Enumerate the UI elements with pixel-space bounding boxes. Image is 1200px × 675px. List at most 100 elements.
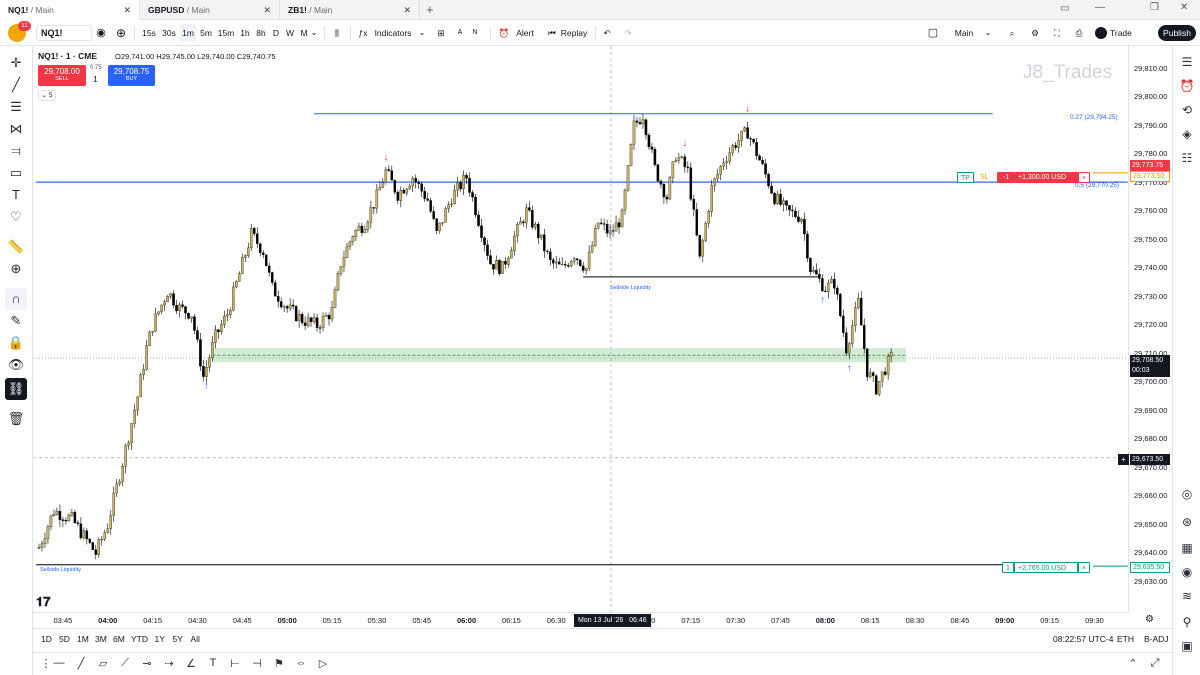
trend-line-icon[interactable]: ╱	[5, 74, 27, 96]
ruler-icon[interactable]: 📏	[5, 236, 27, 258]
chart-pane[interactable]: ↓ ↓ ↓ ↑ ↑ ↑ NQ1! · 1 · CME O29,741.00 H29,745…	[33, 46, 1128, 612]
n-toggle[interactable]: N	[470, 20, 480, 46]
interval-1m[interactable]: 1m	[180, 24, 196, 42]
settings-icon[interactable]: ⚙	[1028, 20, 1042, 46]
minimize-icon[interactable]: —	[1095, 2, 1105, 13]
eye-icon[interactable]: 👁	[5, 354, 27, 376]
help-icon[interactable]: ⊛	[1177, 512, 1197, 532]
publish-button[interactable]: Publish	[1158, 25, 1196, 41]
interval-5m[interactable]: 5m	[198, 20, 214, 46]
time-axis[interactable]: 03:45 04:00 04:15 04:30 04:45 05:00 05:15 05:30…	[33, 612, 1154, 628]
quick-search-icon[interactable]: ⌕	[1005, 20, 1019, 46]
layout-select-icon[interactable]: ▢	[926, 20, 940, 46]
chat-icon[interactable]: ☷	[1177, 148, 1197, 168]
trend-line-icon[interactable]: ╱	[73, 657, 89, 670]
angle-icon[interactable]: ∠	[183, 657, 199, 670]
text-icon[interactable]: T	[5, 184, 27, 206]
horizontal-lines-icon[interactable]: ☰	[5, 96, 27, 118]
interval-8h[interactable]: 8h	[254, 20, 268, 46]
stream-icon[interactable]: ≋	[1177, 586, 1197, 606]
close-position-icon[interactable]: ×	[1078, 172, 1090, 183]
position-qty[interactable]: -1	[997, 172, 1015, 183]
new-tab-icon[interactable]: +	[426, 2, 434, 17]
indicators-icon[interactable]: ƒx	[356, 20, 370, 46]
play-icon[interactable]: ▷	[315, 657, 331, 670]
range-All[interactable]: All	[191, 634, 200, 644]
interval-15s[interactable]: 15s	[140, 20, 158, 46]
add-symbol-icon[interactable]: ⊕	[114, 20, 128, 46]
flag-icon[interactable]: ⚑	[271, 657, 287, 670]
watchlist-icon[interactable]: ☰	[1177, 52, 1197, 72]
alert-button[interactable]: Alert	[513, 20, 537, 46]
alerts-icon[interactable]: ⏰	[1177, 76, 1197, 96]
camera-icon[interactable]: ⎙	[1072, 20, 1086, 46]
trash-icon[interactable]: 🗑	[5, 408, 27, 430]
chevron-down-icon[interactable]: ⌄	[309, 20, 319, 46]
redo-icon[interactable]: ↷	[622, 20, 634, 46]
interval-15m[interactable]: 15m	[216, 20, 236, 46]
maximize-icon[interactable]: ❐	[1150, 2, 1159, 13]
add-alert-plus-icon[interactable]: +	[1118, 454, 1129, 465]
clock[interactable]: 08:22:57 UTC-4	[1053, 634, 1113, 644]
crosshair-icon[interactable]: ✛	[5, 52, 27, 74]
buy-button[interactable]: 29,708.75 BUY	[108, 65, 155, 86]
bulb-icon[interactable]: ⚲	[1177, 612, 1197, 632]
lock-icon[interactable]: 🔒	[5, 332, 27, 354]
layout-name[interactable]: Main	[952, 20, 976, 46]
interval-D[interactable]: D	[270, 20, 282, 46]
date-range-icon[interactable]: ⇔	[293, 657, 309, 669]
horizontal-ray-icon[interactable]: —	[51, 657, 67, 669]
favorites-icon[interactable]: ♡	[5, 206, 27, 228]
horizontal-line-icon[interactable]: ⊸	[139, 657, 155, 670]
avatar[interactable]: 11	[8, 21, 31, 42]
fib-icon[interactable]: ⫤	[5, 140, 27, 162]
templates-icon[interactable]: ⊞	[434, 20, 448, 46]
long-position-icon[interactable]: ⊣	[249, 657, 265, 670]
layout-icon[interactable]: ▭	[1060, 3, 1069, 14]
rectangle-icon[interactable]: ▭	[5, 162, 27, 184]
price-axis[interactable]: 29,810.00 29,800.00 29,790.00 29,780.00 29,7…	[1118, 46, 1172, 612]
replay-icon[interactable]: ⏮	[545, 20, 559, 46]
target-icon[interactable]: ◎	[1177, 484, 1197, 504]
signal-icon[interactable]: ◉	[1177, 562, 1197, 582]
axis-settings-icon[interactable]: ⚙	[1145, 614, 1154, 625]
browser-tab-gbpusd[interactable]: GBPUSD / Main ✕	[140, 0, 280, 20]
range-5D[interactable]: 5D	[59, 634, 70, 644]
tp-tag[interactable]: TP	[957, 172, 974, 183]
close-tab-icon[interactable]: ✕	[403, 0, 411, 20]
fullscreen-icon[interactable]: ⛶	[1050, 20, 1064, 46]
zoom-icon[interactable]: ⊕	[5, 258, 27, 280]
symbol-search[interactable]: NQ1!	[36, 25, 92, 41]
measure-icon[interactable]: ⊢	[227, 657, 243, 670]
chevron-down-icon[interactable]: ⌄	[418, 20, 426, 46]
eth-toggle[interactable]: ETH	[1117, 634, 1134, 644]
range-5Y[interactable]: 5Y	[173, 634, 183, 644]
interval-1h[interactable]: 1h	[238, 20, 252, 46]
badj-toggle[interactable]: B-ADJ	[1144, 634, 1169, 644]
alert-icon[interactable]: ⏰	[497, 20, 511, 46]
range-3M[interactable]: 3M	[95, 634, 107, 644]
price-chart[interactable]: ↓ ↓ ↓ ↑ ↑ ↑	[33, 46, 1128, 612]
drawing-mode-icon[interactable]: ✎	[5, 310, 27, 332]
history-icon[interactable]: ⟲	[1177, 100, 1197, 120]
order-qty[interactable]: 1	[93, 74, 98, 84]
path-icon[interactable]: ⟋	[117, 657, 133, 670]
text-icon[interactable]: T	[205, 657, 221, 669]
browser-tab-zb[interactable]: ZB1! / Main ✕	[280, 0, 420, 20]
interval-W[interactable]: W	[284, 20, 296, 46]
close-window-icon[interactable]: ✕	[1180, 2, 1188, 13]
indicators-button[interactable]: Indicators	[373, 20, 413, 46]
chart-type-icon[interactable]: ⫼	[330, 20, 344, 46]
cancel-order-icon[interactable]: ×	[1078, 562, 1090, 573]
calendar-icon[interactable]: ▦	[1177, 538, 1197, 558]
interval-30s[interactable]: 30s	[160, 20, 178, 46]
collapse-icon[interactable]: ⌃	[1125, 657, 1141, 670]
chevron-down-icon[interactable]: ⌄	[984, 20, 992, 46]
range-1Y[interactable]: 1Y	[155, 634, 165, 644]
ray-icon[interactable]: ⇢	[161, 657, 177, 670]
parallel-channel-icon[interactable]: ▱	[95, 657, 111, 670]
sell-button[interactable]: 29,708.00 SELL	[38, 65, 86, 86]
pattern-icon[interactable]: ⋈	[5, 118, 27, 140]
expand-icon[interactable]: ⤢	[1147, 657, 1163, 670]
compare-icon[interactable]: ◉	[94, 20, 108, 46]
